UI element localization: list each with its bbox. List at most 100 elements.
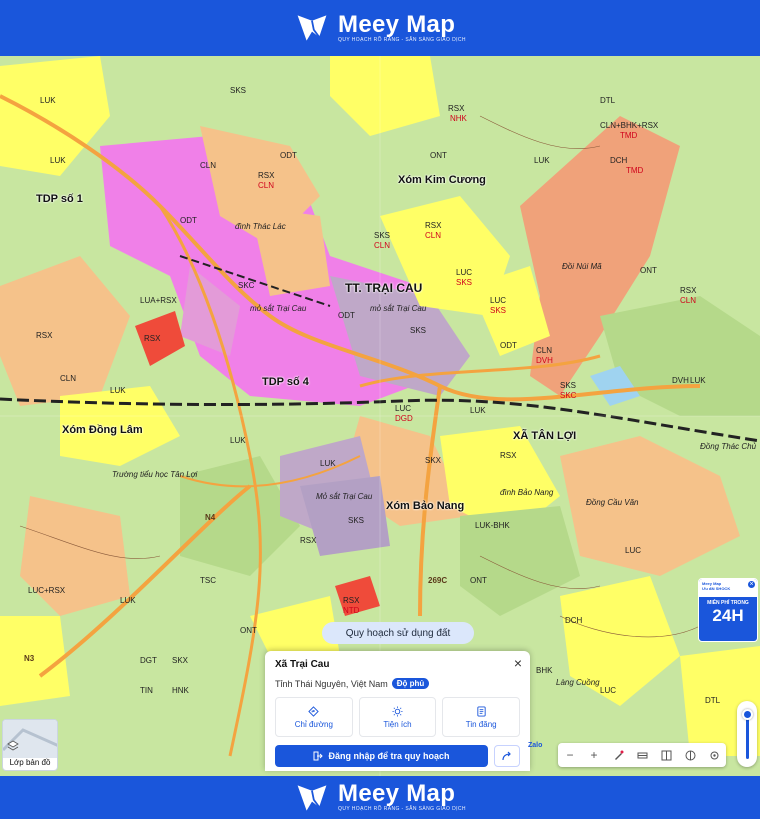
zone-label: ODT: [500, 341, 517, 350]
road-label: N3: [24, 654, 35, 663]
zone-label: CLN+BHK+RSX: [600, 121, 659, 130]
zone-label: DCH: [565, 616, 583, 625]
color-palette-button[interactable]: [682, 747, 698, 763]
place-tdp-so-4[interactable]: TDP số 4: [262, 376, 309, 388]
sun-icon: [392, 705, 403, 717]
split-icon: [661, 750, 671, 760]
promo-banner[interactable]: × Meey Map Ưu đãi SHOCK MIỄN PHÍ TRONG 2…: [698, 578, 758, 642]
zone-label: SKS: [560, 381, 577, 390]
brand-tagline: QUY HOẠCH RÕ RÀNG - SẴN SÀNG GIAO DỊCH: [338, 36, 466, 43]
feature-dinh-thac-lac: đình Thác Lác: [235, 222, 286, 231]
top-banner: Meey Map QUY HOẠCH RÕ RÀNG - SẴN SÀNG GI…: [0, 0, 760, 56]
brand-text: Meey Map QUY HOẠCH RÕ RÀNG - SẴN SÀNG GI…: [338, 782, 466, 813]
zone-label: ODT: [280, 151, 297, 160]
zone-label: LUK: [470, 406, 486, 415]
amenities-button[interactable]: Tiện ích: [358, 697, 437, 737]
zone-label: CLN: [60, 374, 77, 383]
zone-label: TMD: [626, 166, 644, 175]
zone-label: SKC: [238, 281, 255, 290]
ruler-icon: [637, 752, 647, 758]
coverage-badge[interactable]: Độ phủ: [391, 678, 430, 689]
direction-icon: [308, 705, 320, 717]
zone-label: LUC: [625, 546, 642, 555]
zone-label: LUK: [320, 459, 336, 468]
zone-label: ONT: [430, 151, 447, 160]
zalo-button[interactable]: Zalo: [528, 742, 544, 756]
brand-name: Meey Map: [338, 780, 456, 807]
zone-label: SKX: [172, 656, 189, 665]
zone-label: ODT: [338, 311, 355, 320]
zone-label: NTD: [343, 606, 360, 615]
road-label: N4: [205, 513, 216, 522]
place-xom-dong-lam[interactable]: Xóm Đồng Lâm: [62, 424, 143, 436]
zone-label: LUC: [490, 296, 507, 305]
zone-label: SKC: [560, 391, 577, 400]
slider-handle[interactable]: [742, 709, 753, 720]
zone-label: RSX: [258, 171, 275, 180]
land-use-map[interactable]: LUK LUK SKS CLN ODT ODT RSX CLN RSX NHK …: [0, 56, 760, 776]
feature-mo-sat: mỏ sắt Trại Cau: [250, 304, 307, 313]
zone-label: ONT: [640, 266, 657, 275]
draw-tool-button[interactable]: [610, 747, 626, 763]
listing-icon: [477, 705, 486, 717]
promo-offer: Ưu đãi SHOCK: [702, 586, 731, 591]
directions-button[interactable]: Chỉ đường: [275, 697, 353, 737]
zone-label: DVH: [672, 376, 689, 385]
place-xom-bao-nang[interactable]: Xóm Bảo Nang: [386, 500, 464, 512]
login-label: Đăng nhập để tra quy hoạch: [328, 751, 450, 761]
zoom-out-button[interactable]: −: [562, 747, 578, 763]
layer-thumbnail: [3, 720, 57, 758]
location-card: Xã Trại Cau × Tỉnh Thái Nguyên, Việt Nam…: [265, 651, 530, 771]
zone-label: LUK: [534, 156, 550, 165]
location-region: Tỉnh Thái Nguyên, Việt Nam: [275, 678, 388, 689]
zone-label: BHK: [536, 666, 553, 675]
zone-label: SKS: [348, 516, 365, 525]
measure-button[interactable]: [634, 747, 650, 763]
pencil-icon: [614, 750, 623, 760]
opacity-slider[interactable]: [737, 701, 757, 767]
map-layer-button[interactable]: Lớp bản đồ: [2, 719, 58, 771]
meey-logo-icon: [297, 784, 327, 811]
close-icon[interactable]: ×: [514, 655, 522, 671]
zone-label: RSX: [36, 331, 53, 340]
directions-label: Chỉ đường: [294, 719, 333, 729]
land-use-plan-chip[interactable]: Quy hoạch sử dụng đất: [322, 622, 474, 644]
feature-lang-cuong: Làng Cuồng: [556, 678, 600, 687]
zone-label: DTL: [705, 696, 721, 705]
zone-label: SKS: [230, 86, 247, 95]
meey-logo-icon: [297, 15, 327, 41]
share-button[interactable]: [494, 745, 520, 767]
zone-label: LUK: [230, 436, 246, 445]
zone-label: CLN: [536, 346, 553, 355]
zone-label: SKS: [456, 278, 473, 287]
zone-label: LUC+RSX: [28, 586, 66, 595]
zone-label: DGD: [395, 414, 413, 423]
zone-label: DCH: [610, 156, 628, 165]
location-title: Xã Trại Cau: [275, 659, 330, 670]
feature-dong-cau-van: Đồng Cầu Văn: [586, 498, 639, 507]
zoom-in-button[interactable]: +: [586, 747, 602, 763]
locate-button[interactable]: [706, 747, 722, 763]
place-xom-kim-cuong[interactable]: Xóm Kim Cương: [398, 174, 486, 186]
map-layer-label: Lớp bản đồ: [9, 758, 51, 767]
share-icon: [502, 751, 511, 761]
place-tdp-so-1[interactable]: TDP số 1: [36, 193, 83, 205]
listings-button[interactable]: Tin đăng: [442, 697, 521, 737]
zone-label: CLN: [374, 241, 391, 250]
login-icon: [313, 751, 324, 761]
place-tt-trai-cau[interactable]: TT. TRẠI CAU: [345, 281, 422, 295]
app-frame: Meey Map QUY HOẠCH RÕ RÀNG - SẴN SÀNG GI…: [0, 0, 760, 819]
place-xa-tan-loi[interactable]: XÃ TÂN LỢI: [513, 430, 576, 442]
brand-tagline: QUY HOẠCH RÕ RÀNG - SẴN SÀNG GIAO DỊCH: [338, 806, 466, 812]
feature-dinh-bao-nang: đình Bảo Nang: [500, 488, 554, 497]
close-icon[interactable]: ×: [747, 580, 756, 589]
zone-label: LUK: [690, 376, 706, 385]
feature-mo-sat: Mỏ sắt Trại Cau: [316, 492, 373, 501]
zone-label: ONT: [240, 626, 257, 635]
split-view-button[interactable]: [658, 747, 674, 763]
zone-label: DVH: [536, 356, 553, 365]
zone-label: LUA+RSX: [140, 296, 177, 305]
login-to-check-plan-button[interactable]: Đăng nhập để tra quy hoạch: [275, 745, 488, 767]
zone-label: LUC: [600, 686, 617, 695]
zone-label: TMD: [620, 131, 638, 140]
